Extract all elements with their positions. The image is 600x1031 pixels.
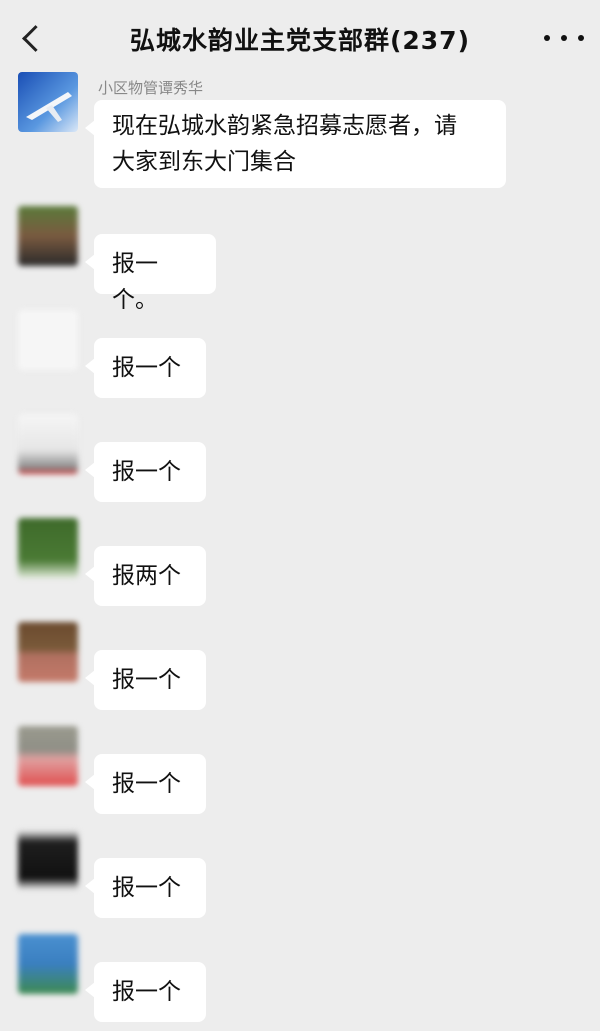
sender-avatar[interactable] [18,310,78,370]
dot [544,35,550,41]
chat-title: 弘城水韵业主党支部群(237) [129,26,471,55]
sender-avatar[interactable] [18,206,78,266]
message-text: 现在弘城水韵紧急招募志愿者，请 大家到东大门集合 [112,113,457,175]
sender-avatar[interactable] [18,726,78,786]
message-bubble[interactable]: 现在弘城水韵紧急招募志愿者，请 大家到东大门集合 [85,100,506,188]
message-bubble[interactable]: 报两个 [85,546,206,606]
sender-avatar[interactable] [18,414,78,474]
message-text: 报两个 [112,563,181,589]
message-text: 报一个 [112,355,181,381]
message-bubble[interactable]: 报一个。 [85,234,216,313]
message-text: 报一个 [112,459,181,485]
message-bubble[interactable]: 报一个 [85,858,206,918]
dot [578,35,584,41]
message-bubble[interactable]: 报一个 [85,650,206,710]
sender-avatar[interactable] [18,622,78,682]
sender-avatar[interactable] [18,72,78,132]
sender-avatar[interactable] [18,518,78,578]
sender-name: 小区物管谭秀华 [98,79,204,97]
sender-avatar[interactable] [18,830,78,890]
message-text: 报一个。 [112,251,158,313]
message-bubble[interactable]: 报一个 [85,338,206,398]
message-bubble[interactable]: 报一个 [85,442,206,502]
message-text: 报一个 [112,771,181,797]
more-options-icon[interactable] [544,22,584,54]
dot [561,35,567,41]
message-bubble[interactable]: 报一个 [85,962,206,1022]
message-text: 报一个 [112,875,181,901]
message-text: 报一个 [112,667,181,693]
message-text: 报一个 [112,979,181,1005]
sender-avatar[interactable] [18,934,78,994]
chat-header: 弘城水韵业主党支部群(237) [0,0,600,76]
message-bubble[interactable]: 报一个 [85,754,206,814]
